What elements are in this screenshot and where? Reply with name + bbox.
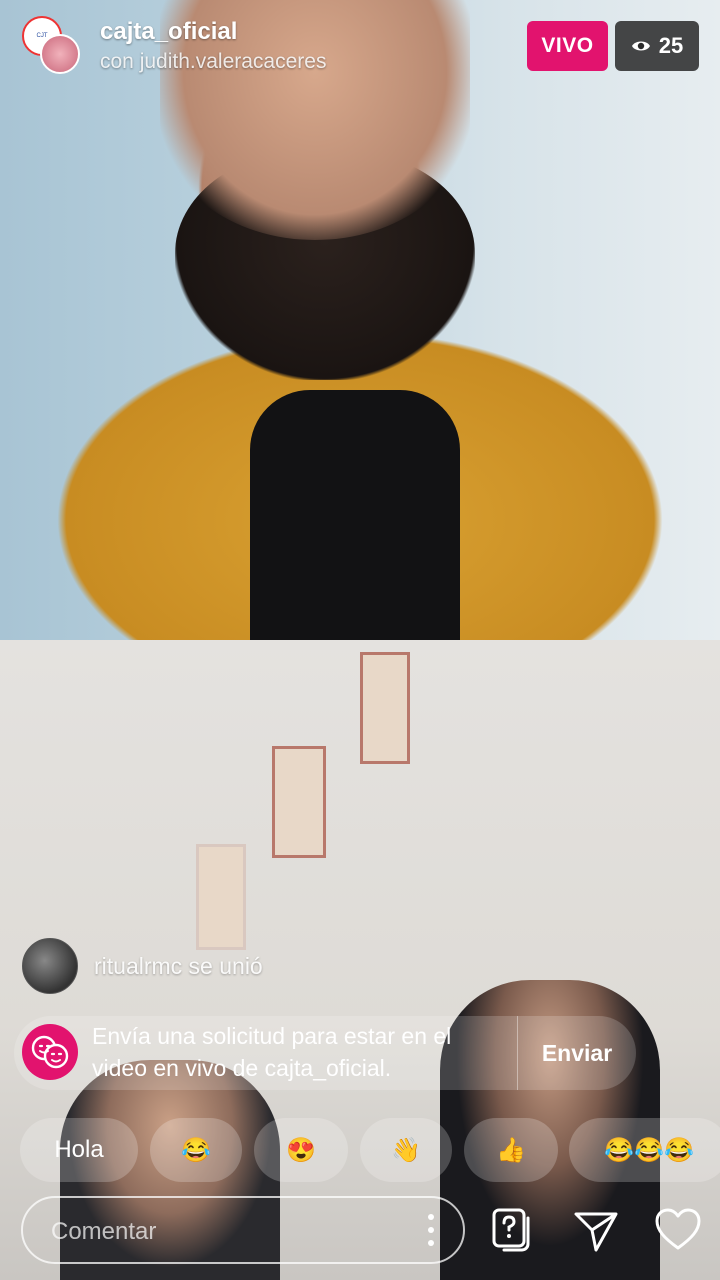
comment-input[interactable]: Comentar	[21, 1196, 465, 1264]
quick-reply-laugh[interactable]: 😂	[150, 1118, 242, 1182]
host-video-stream	[0, 0, 720, 640]
guest-username-line[interactable]: con judith.valeracaceres	[100, 50, 326, 74]
masks-icon	[22, 1024, 78, 1080]
question-card-icon[interactable]	[488, 1206, 536, 1254]
viewer-count-badge[interactable]: 25	[615, 21, 699, 71]
send-icon[interactable]	[572, 1206, 620, 1254]
send-request-button[interactable]: Enviar	[518, 1016, 636, 1090]
eye-icon	[631, 41, 650, 51]
join-text: ritualrmc se unió	[94, 952, 263, 979]
quick-replies: Hola 😂 😍 👋 👍 😂😂😂	[20, 1118, 720, 1182]
host-username[interactable]: cajta_oficial	[100, 18, 237, 46]
request-text: Envía una solicitud para estar en el vid…	[92, 1023, 452, 1081]
quick-reply-triple-laugh[interactable]: 😂😂😂	[569, 1118, 720, 1182]
avatar[interactable]	[22, 938, 78, 994]
heart-icon[interactable]	[654, 1206, 702, 1254]
quick-reply-heart-eyes[interactable]: 😍	[254, 1118, 348, 1182]
more-vertical-icon[interactable]	[427, 1212, 435, 1248]
live-badge: VIVO	[527, 21, 608, 71]
quick-reply-hola[interactable]: Hola	[20, 1118, 138, 1182]
join-notification: ritualrmc se unió	[22, 938, 263, 994]
request-to-join-banner: Envía una solicitud para estar en el vid…	[14, 1016, 636, 1090]
quick-reply-thumbs-up[interactable]: 👍	[464, 1118, 558, 1182]
host-shirt	[250, 390, 460, 640]
wall-frame	[196, 844, 246, 950]
quick-reply-wave[interactable]: 👋	[360, 1118, 452, 1182]
viewer-count: 25	[658, 33, 684, 58]
comment-placeholder: Comentar	[51, 1218, 157, 1245]
guest-avatar[interactable]	[40, 34, 80, 74]
wall-frame	[272, 746, 326, 858]
wall-frame	[360, 652, 410, 764]
